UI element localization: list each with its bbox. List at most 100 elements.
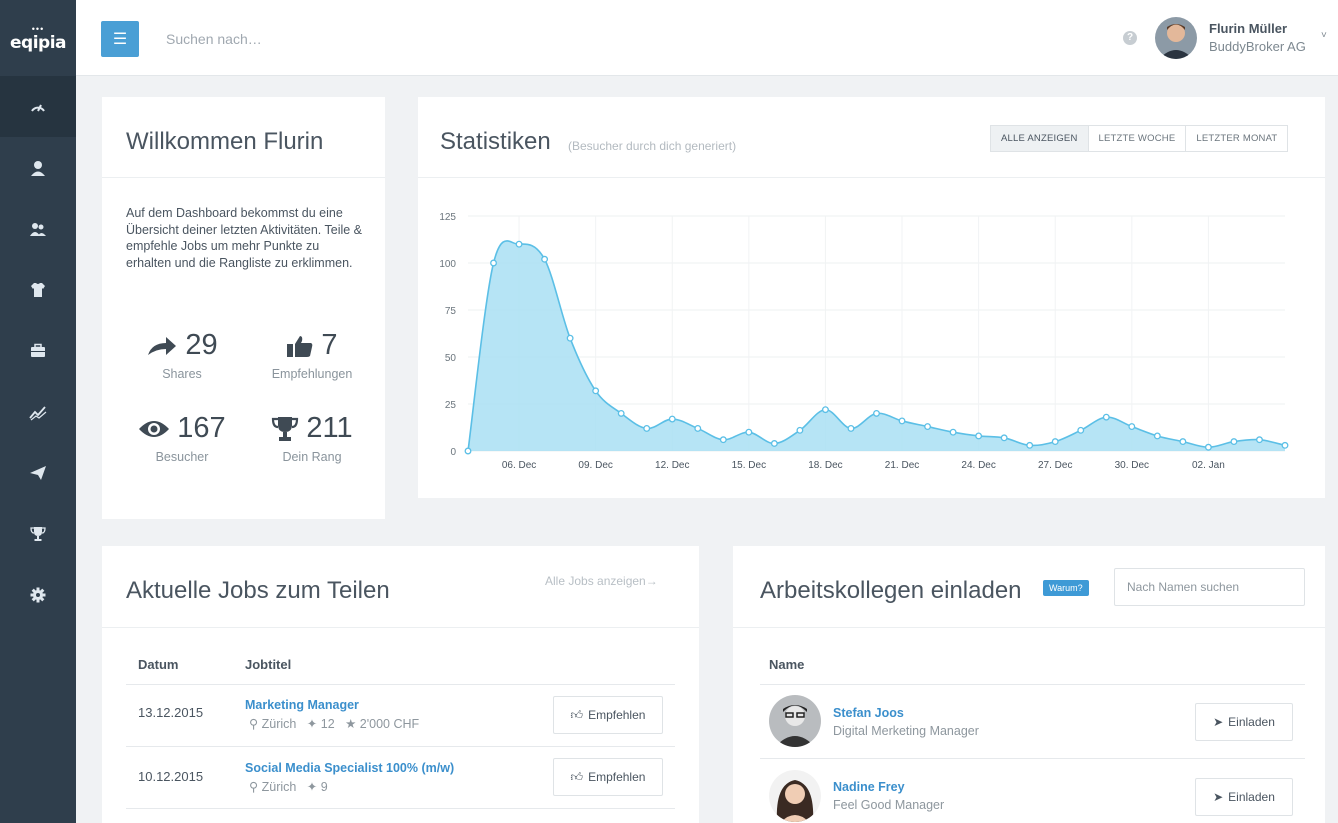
job-title-link[interactable]: Social Media Specialist 100% (m/w) xyxy=(245,761,454,775)
location-icon: ⚲ xyxy=(249,717,259,731)
sidebar-item-company[interactable] xyxy=(0,259,76,320)
data-point xyxy=(566,334,574,342)
jobs-card: Aktuelle Jobs zum Teilen Alle Jobs anzei… xyxy=(102,546,699,823)
stat-rank: 211 Dein Rang xyxy=(252,412,372,464)
row-divider xyxy=(126,808,675,809)
visitors-chart: 0 25 50 75 100 125 06. Dec 09. Dec 12. Dec 15. De… xyxy=(439,212,1289,471)
stat-recommendations: 7 Empfehlungen xyxy=(252,329,372,381)
user-icon xyxy=(31,160,45,176)
jobs-title: Aktuelle Jobs zum Teilen xyxy=(126,577,390,604)
logo[interactable]: ••• eqipia xyxy=(0,0,76,76)
sidebar: ••• eqipia xyxy=(0,0,76,823)
thumbs-up-icon: 👍︎ xyxy=(570,707,584,722)
person-name-link[interactable]: Nadine Frey xyxy=(833,780,905,794)
job-title-link[interactable]: Marketing Manager xyxy=(245,698,359,712)
data-point xyxy=(592,387,600,395)
y-tick-label: 0 xyxy=(450,447,456,458)
person-role: Feel Good Manager xyxy=(833,798,945,812)
send-icon: ➤ xyxy=(1213,715,1224,729)
data-point xyxy=(719,436,727,444)
recommend-button[interactable]: 👍︎ Empfehlen xyxy=(553,696,663,734)
column-header-name: Name xyxy=(769,657,805,672)
send-icon: ➤ xyxy=(1213,790,1224,804)
data-point xyxy=(1256,436,1263,444)
recommend-button[interactable]: 👍︎ Empfehlen xyxy=(553,758,663,796)
filter-last-month-button[interactable]: LETZTER MONAT xyxy=(1185,126,1288,151)
person-name-link[interactable]: Stefan Joos xyxy=(833,706,904,720)
y-tick-label: 25 xyxy=(445,400,457,411)
job-people-count: 9 xyxy=(320,780,328,794)
chevron-down-icon[interactable]: ˅ xyxy=(1321,30,1327,41)
invite-button[interactable]: ➤ Einladen xyxy=(1195,703,1293,741)
stat-label: Shares xyxy=(162,367,202,381)
stat-label: Empfehlungen xyxy=(271,367,353,381)
sidebar-nav xyxy=(0,76,76,625)
welcome-card: Willkommen Flurin Auf dem Dashboard beko… xyxy=(102,97,385,519)
stat-value: 211 xyxy=(306,412,353,444)
sidebar-item-invite[interactable] xyxy=(0,442,76,503)
why-badge[interactable]: Warum? xyxy=(1043,580,1089,596)
column-header-jobtitle: Jobtitel xyxy=(245,657,292,672)
sidebar-item-dashboard[interactable] xyxy=(0,76,76,137)
y-tick-label: 125 xyxy=(439,212,456,223)
data-point xyxy=(770,440,778,447)
data-point xyxy=(924,423,932,431)
person-role: Digital Merketing Manager xyxy=(833,724,979,738)
stat-value: 7 xyxy=(321,329,338,361)
data-point xyxy=(1102,413,1110,421)
sidebar-item-ranking[interactable] xyxy=(0,503,76,564)
x-tick-label: 09. Dec xyxy=(578,460,612,471)
x-tick-label: 21. Dec xyxy=(885,460,919,471)
data-point xyxy=(949,428,957,436)
divider xyxy=(733,627,1325,628)
data-point xyxy=(617,409,625,417)
user-name[interactable]: Flurin Müller xyxy=(1209,21,1287,36)
x-tick-label: 02. Jan xyxy=(1192,460,1225,471)
recommend-label: Empfehlen xyxy=(588,708,646,722)
statistics-subtitle: (Besucher durch dich generiert) xyxy=(568,139,737,153)
stat-visitors: 167 Besucher xyxy=(122,412,242,464)
briefcase-icon xyxy=(31,343,45,357)
avatar xyxy=(769,770,821,822)
share-arrow-icon xyxy=(148,336,177,355)
job-meta: ⚲ Zürich ✦ 12 ★ 2'000 CHF xyxy=(249,716,419,731)
user-avatar[interactable] xyxy=(1155,17,1197,59)
sidebar-item-statistics[interactable] xyxy=(0,381,76,442)
data-point xyxy=(745,428,753,436)
send-icon xyxy=(30,465,46,480)
sidebar-item-team[interactable] xyxy=(0,198,76,259)
menu-toggle-button[interactable]: ☰ xyxy=(101,21,139,57)
thumbs-up-icon: 👍︎ xyxy=(570,769,584,784)
all-jobs-link[interactable]: Alle Jobs anzeigen→ xyxy=(545,574,658,588)
welcome-text: Auf dem Dashboard bekommst du eine Übers… xyxy=(126,206,363,270)
data-point xyxy=(1179,438,1187,446)
sidebar-item-settings[interactable] xyxy=(0,564,76,625)
data-point xyxy=(490,259,497,267)
sidebar-item-profile[interactable] xyxy=(0,137,76,198)
sidebar-item-jobs[interactable] xyxy=(0,320,76,381)
name-search-input[interactable] xyxy=(1114,568,1305,606)
statistics-title: Statistiken xyxy=(440,128,551,155)
job-people-count: 12 xyxy=(320,717,335,731)
filter-last-week-button[interactable]: LETZTE WOCHE xyxy=(1087,126,1186,151)
stat-value: 167 xyxy=(177,412,226,444)
search-input[interactable] xyxy=(164,24,464,54)
data-point xyxy=(1000,434,1008,442)
stat-value: 29 xyxy=(185,329,218,361)
dashboard-icon xyxy=(31,104,45,112)
invite-button[interactable]: ➤ Einladen xyxy=(1195,778,1293,816)
row-divider xyxy=(126,746,675,747)
users-icon xyxy=(30,222,46,236)
help-icon[interactable]: ? xyxy=(1123,31,1137,45)
y-tick-label: 100 xyxy=(439,259,456,270)
filter-all-button[interactable]: ALLE ANZEIGEN xyxy=(991,126,1088,151)
data-point xyxy=(796,426,804,434)
job-reward: 2'000 CHF xyxy=(359,717,420,731)
divider xyxy=(102,627,699,628)
location-icon: ⚲ xyxy=(249,780,259,794)
job-location: Zürich xyxy=(261,717,297,731)
x-tick-label: 06. Dec xyxy=(502,460,536,471)
data-point xyxy=(873,409,880,417)
hamburger-icon: ☰ xyxy=(112,31,128,48)
data-point xyxy=(1026,441,1034,449)
